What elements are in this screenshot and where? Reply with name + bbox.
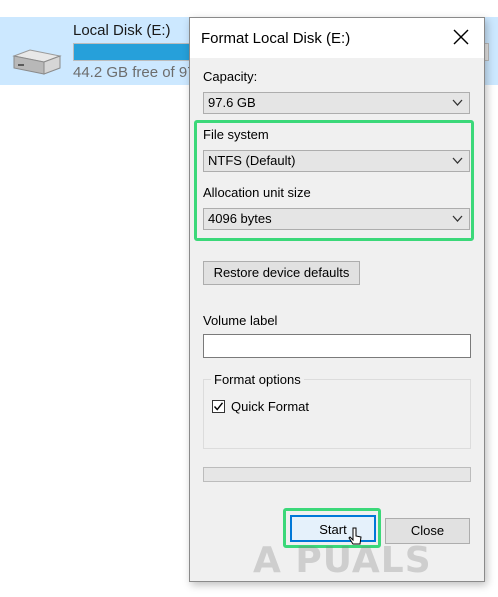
file-system-value: NTFS (Default) — [208, 153, 296, 168]
capacity-label: Capacity: — [203, 69, 258, 84]
allocation-value: 4096 bytes — [208, 211, 272, 226]
quick-format-label[interactable]: Quick Format — [231, 399, 309, 414]
hard-drive-icon — [12, 49, 62, 75]
chevron-down-icon — [452, 215, 463, 222]
drive-free-space: 44.2 GB free of 97 — [73, 64, 196, 81]
format-options-title: Format options — [211, 372, 304, 387]
capacity-value: 97.6 GB — [208, 95, 256, 110]
watermark-logo: A PUALS — [253, 540, 432, 581]
file-system-label: File system — [203, 127, 269, 142]
close-icon[interactable] — [452, 28, 470, 46]
chevron-down-icon — [452, 99, 463, 106]
allocation-label: Allocation unit size — [203, 185, 311, 200]
capacity-select[interactable]: 97.6 GB — [203, 92, 470, 114]
quick-format-checkbox[interactable] — [212, 400, 225, 413]
drive-name: Local Disk (E:) — [73, 22, 171, 39]
allocation-select[interactable]: 4096 bytes — [203, 208, 470, 230]
dialog-titlebar[interactable]: Format Local Disk (E:) — [190, 18, 484, 58]
format-progress-bar — [203, 467, 471, 482]
chevron-down-icon — [452, 157, 463, 164]
restore-defaults-button[interactable]: Restore device defaults — [203, 261, 360, 285]
format-dialog: Format Local Disk (E:) Capacity: 97.6 GB… — [189, 17, 485, 582]
checkmark-icon — [213, 402, 224, 411]
volume-label-label: Volume label — [203, 313, 278, 328]
file-system-select[interactable]: NTFS (Default) — [203, 150, 470, 172]
dialog-title: Format Local Disk (E:) — [201, 30, 351, 47]
format-options-group: Format options Quick Format — [203, 372, 471, 449]
volume-label-input[interactable] — [203, 334, 471, 358]
